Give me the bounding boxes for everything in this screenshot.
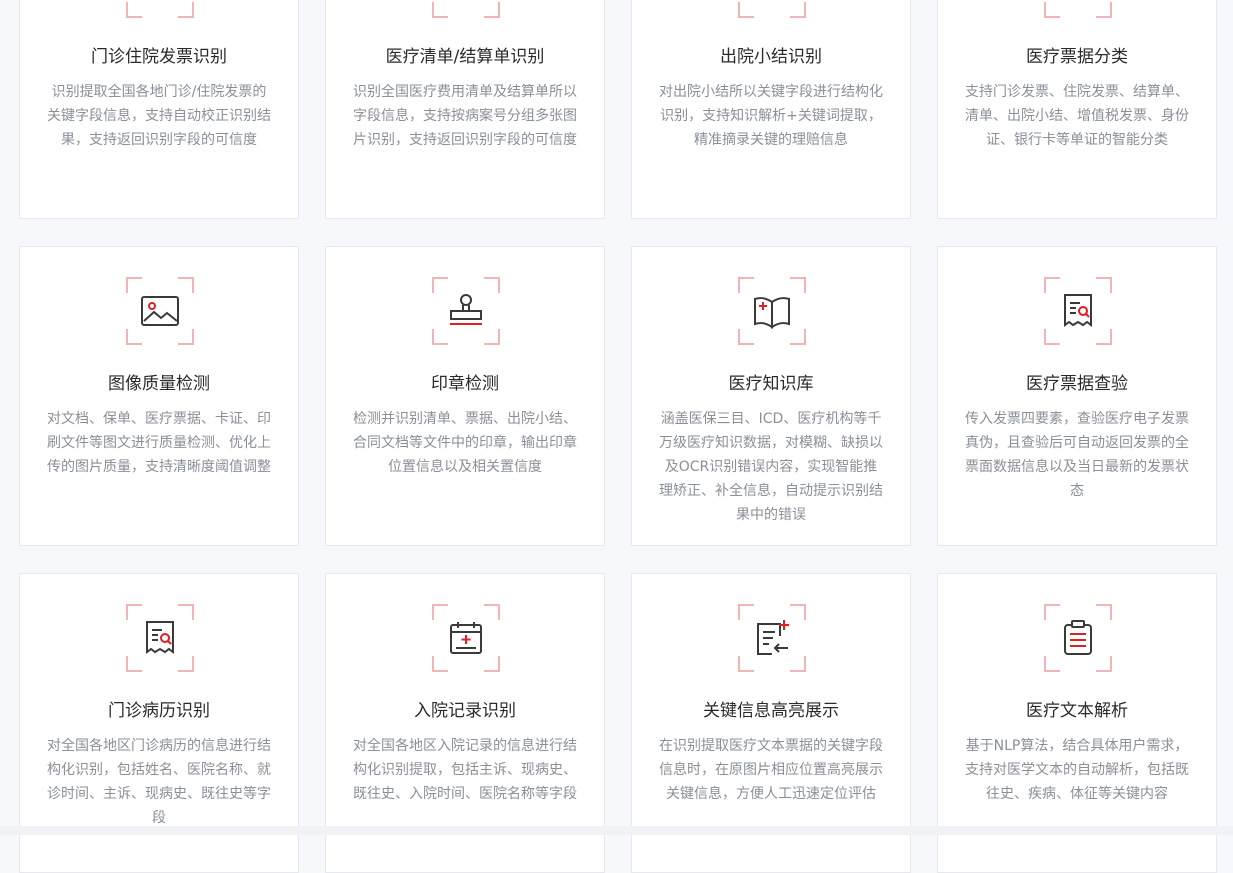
feature-description: 基于NLP算法，结合具体用户需求，支持对医学文本的自动解析，包括既往史、疾病、体…	[965, 738, 1189, 802]
feature-description: 识别全国医疗费用清单及结算单所以字段信息，支持按病案号分组多张图片识别，支持返回…	[353, 84, 577, 148]
feature-grid: 门诊住院发票识别 识别提取全国各地门诊/住院发票的关键字段信息，支持自动校正识别…	[0, 0, 1233, 873]
feature-description: 识别提取全国各地门诊/住院发票的关键字段信息，支持自动校正识别结果，支持返回识别…	[47, 84, 271, 148]
feature-title: 入院记录识别	[414, 701, 516, 721]
discharge-icon	[738, 0, 806, 18]
feature-description: 对全国各地区入院记录的信息进行结构化识别提取，包括主诉、现病史、既往史、入院时间…	[353, 738, 577, 802]
feature-card[interactable]: 图像质量检测 对文档、保单、医疗票据、卡证、印刷文件等图文进行质量检测、优化上传…	[19, 246, 299, 546]
feature-card[interactable]: 印章检测 检测并识别清单、票据、出院小结、合同文档等文件中的印章，输出印章位置信…	[325, 246, 605, 546]
feature-title: 医疗文本解析	[1026, 701, 1128, 721]
image-icon	[126, 277, 194, 345]
feature-title: 医疗票据查验	[1026, 374, 1128, 394]
feature-description: 检测并识别清单、票据、出院小结、合同文档等文件中的印章，输出印章位置信息以及相关…	[353, 411, 577, 475]
stamp-icon	[432, 277, 500, 345]
list-icon	[432, 0, 500, 18]
medical-book-icon	[738, 277, 806, 345]
feature-title: 出院小结识别	[720, 47, 822, 67]
invoice-icon	[126, 0, 194, 18]
document-plus-icon	[738, 604, 806, 672]
feature-description: 对全国各地区门诊病历的信息进行结构化识别，包括姓名、医院名称、就诊时间、主诉、现…	[47, 738, 271, 826]
feature-card[interactable]: 医疗知识库 涵盖医保三目、ICD、医疗机构等千万级医疗知识数据，对模糊、缺损以及…	[631, 246, 911, 546]
feature-card[interactable]: 医疗清单/结算单识别 识别全国医疗费用清单及结算单所以字段信息，支持按病案号分组…	[325, 0, 605, 219]
feature-title: 医疗票据分类	[1026, 47, 1128, 67]
feature-description: 在识别提取医疗文本票据的关键字段信息时，在原图片相应位置高亮展示关键信息，方便人…	[659, 738, 883, 802]
feature-description: 涵盖医保三目、ICD、医疗机构等千万级医疗知识数据，对模糊、缺损以及OCR识别错…	[659, 411, 883, 523]
feature-title: 门诊住院发票识别	[91, 47, 227, 67]
feature-description: 对出院小结所以关键字段进行结构化识别，支持知识解析+关键词提取，精准摘录关键的理…	[659, 84, 883, 148]
feature-card[interactable]: 出院小结识别 对出院小结所以关键字段进行结构化识别，支持知识解析+关键词提取，精…	[631, 0, 911, 219]
feature-description: 支持门诊发票、住院发票、结算单、清单、出院小结、增值税发票、身份证、银行卡等单证…	[965, 84, 1189, 148]
feature-card[interactable]: 医疗票据查验 传入发票四要素，查验医疗电子发票真伪，且查验后可自动返回发票的全票…	[937, 246, 1217, 546]
feature-title: 关键信息高亮展示	[703, 701, 839, 721]
page-bottom-edge	[0, 826, 1233, 835]
receipt-search-icon	[126, 604, 194, 672]
feature-title: 门诊病历识别	[108, 701, 210, 721]
feature-title: 医疗知识库	[728, 374, 814, 394]
feature-title: 印章检测	[431, 374, 499, 394]
clipboard-icon	[1044, 604, 1112, 672]
calendar-medical-icon	[432, 604, 500, 672]
feature-title: 医疗清单/结算单识别	[385, 47, 545, 67]
receipt-search-icon	[1044, 277, 1112, 345]
feature-card[interactable]: 门诊住院发票识别 识别提取全国各地门诊/住院发票的关键字段信息，支持自动校正识别…	[19, 0, 299, 219]
feature-card[interactable]: 医疗票据分类 支持门诊发票、住院发票、结算单、清单、出院小结、增值税发票、身份证…	[937, 0, 1217, 219]
feature-description: 传入发票四要素，查验医疗电子发票真伪，且查验后可自动返回发票的全票面数据信息以及…	[965, 411, 1189, 499]
classify-icon	[1044, 0, 1112, 18]
feature-description: 对文档、保单、医疗票据、卡证、印刷文件等图文进行质量检测、优化上传的图片质量，支…	[47, 411, 271, 475]
feature-title: 图像质量检测	[108, 374, 210, 394]
